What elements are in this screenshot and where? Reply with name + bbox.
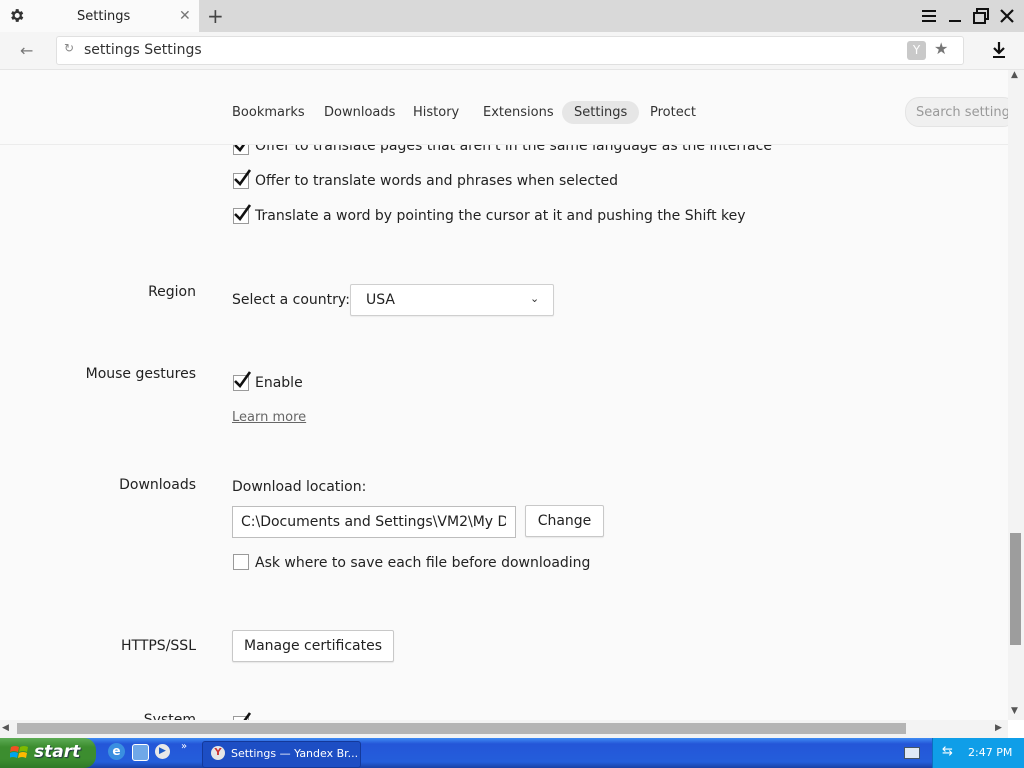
ask-where-label: Ask where to save each file before downl… bbox=[255, 555, 591, 571]
reload-icon[interactable]: ↻ bbox=[64, 41, 74, 55]
address-text: settings Settings bbox=[84, 42, 202, 58]
nav-tab-settings[interactable]: Settings bbox=[562, 101, 640, 124]
translate-shift-checkbox[interactable] bbox=[233, 204, 252, 224]
gear-icon bbox=[11, 9, 24, 22]
windows-logo-icon bbox=[10, 746, 28, 758]
translate-shift-label: Translate a word by pointing the cursor … bbox=[255, 208, 746, 224]
nav-tab-extensions[interactable]: Extensions bbox=[471, 101, 566, 124]
chevron-down-icon: ⌄ bbox=[530, 292, 540, 305]
download-path-value: C:\Documents and Settings\VM2\My Documen… bbox=[241, 514, 506, 530]
vertical-scrollbar-thumb[interactable] bbox=[1010, 533, 1021, 645]
nav-tab-bookmarks[interactable]: Bookmarks bbox=[220, 101, 317, 124]
select-country-label: Select a country: bbox=[232, 292, 350, 308]
offer-translate-words-checkbox[interactable] bbox=[233, 169, 252, 189]
mouse-gestures-enable-label: Enable bbox=[255, 375, 303, 391]
download-icon[interactable] bbox=[990, 40, 1008, 60]
ask-where-checkbox[interactable] bbox=[233, 554, 249, 570]
chevron-right-icon[interactable]: » bbox=[181, 741, 187, 752]
change-button[interactable]: Change bbox=[525, 505, 604, 537]
nav-tab-protect[interactable]: Protect bbox=[638, 101, 708, 124]
close-icon[interactable]: ✕ bbox=[179, 8, 191, 24]
downloads-section-label: Downloads bbox=[119, 477, 196, 493]
settings-page bbox=[0, 70, 1008, 720]
horizontal-scrollbar-thumb[interactable] bbox=[17, 723, 906, 734]
internet-explorer-icon[interactable]: e bbox=[108, 743, 125, 760]
search-settings-placeholder: Search settings bbox=[916, 105, 1017, 120]
minimize-icon[interactable] bbox=[946, 7, 964, 25]
scroll-down-arrow-icon[interactable]: ▼ bbox=[1011, 706, 1018, 716]
country-select-value: USA bbox=[366, 292, 395, 308]
yandex-browser-icon: Y bbox=[211, 746, 225, 760]
close-window-icon[interactable] bbox=[998, 7, 1016, 25]
mouse-gestures-section-label: Mouse gestures bbox=[85, 366, 196, 382]
scroll-up-arrow-icon[interactable]: ▲ bbox=[1011, 70, 1018, 80]
scroll-right-arrow-icon[interactable]: ▶ bbox=[995, 723, 1002, 733]
nav-tab-history[interactable]: History bbox=[401, 101, 471, 124]
nav-tab-downloads[interactable]: Downloads bbox=[312, 101, 407, 124]
star-icon[interactable]: ★ bbox=[934, 39, 948, 58]
keyboard-icon[interactable] bbox=[904, 747, 920, 759]
yandex-icon[interactable]: Y bbox=[907, 41, 926, 60]
https-section-label: HTTPS/SSL bbox=[120, 638, 196, 654]
taskbar-item-label: Settings — Yandex Br... bbox=[231, 747, 359, 760]
media-player-icon[interactable]: ▶ bbox=[155, 744, 170, 759]
address-title: Settings bbox=[144, 42, 202, 58]
taskbar bbox=[0, 738, 1024, 768]
network-icon[interactable]: ⇆ bbox=[942, 744, 953, 759]
start-label: start bbox=[34, 742, 81, 762]
offer-translate-words-label: Offer to translate words and phrases whe… bbox=[255, 173, 619, 189]
download-location-label: Download location: bbox=[232, 479, 367, 495]
mouse-gestures-enable-checkbox[interactable] bbox=[233, 371, 252, 391]
address-prefix: settings bbox=[84, 42, 140, 58]
scroll-left-arrow-icon[interactable]: ◀ bbox=[2, 723, 9, 733]
manage-certificates-button[interactable]: Manage certificates bbox=[232, 630, 394, 662]
system-section-label: System bbox=[143, 712, 196, 720]
show-desktop-icon[interactable] bbox=[132, 744, 149, 761]
region-section-label: Region bbox=[148, 284, 196, 300]
restore-icon[interactable] bbox=[972, 7, 990, 25]
menu-icon[interactable] bbox=[920, 7, 938, 25]
new-tab-icon[interactable]: + bbox=[207, 4, 224, 28]
tab-title: Settings bbox=[77, 9, 131, 24]
system-section-clip: System bbox=[0, 712, 1008, 720]
learn-more-link[interactable]: Learn more bbox=[232, 410, 306, 425]
clock[interactable]: 2:47 PM bbox=[968, 746, 1012, 759]
back-arrow-icon[interactable]: ← bbox=[20, 41, 33, 60]
